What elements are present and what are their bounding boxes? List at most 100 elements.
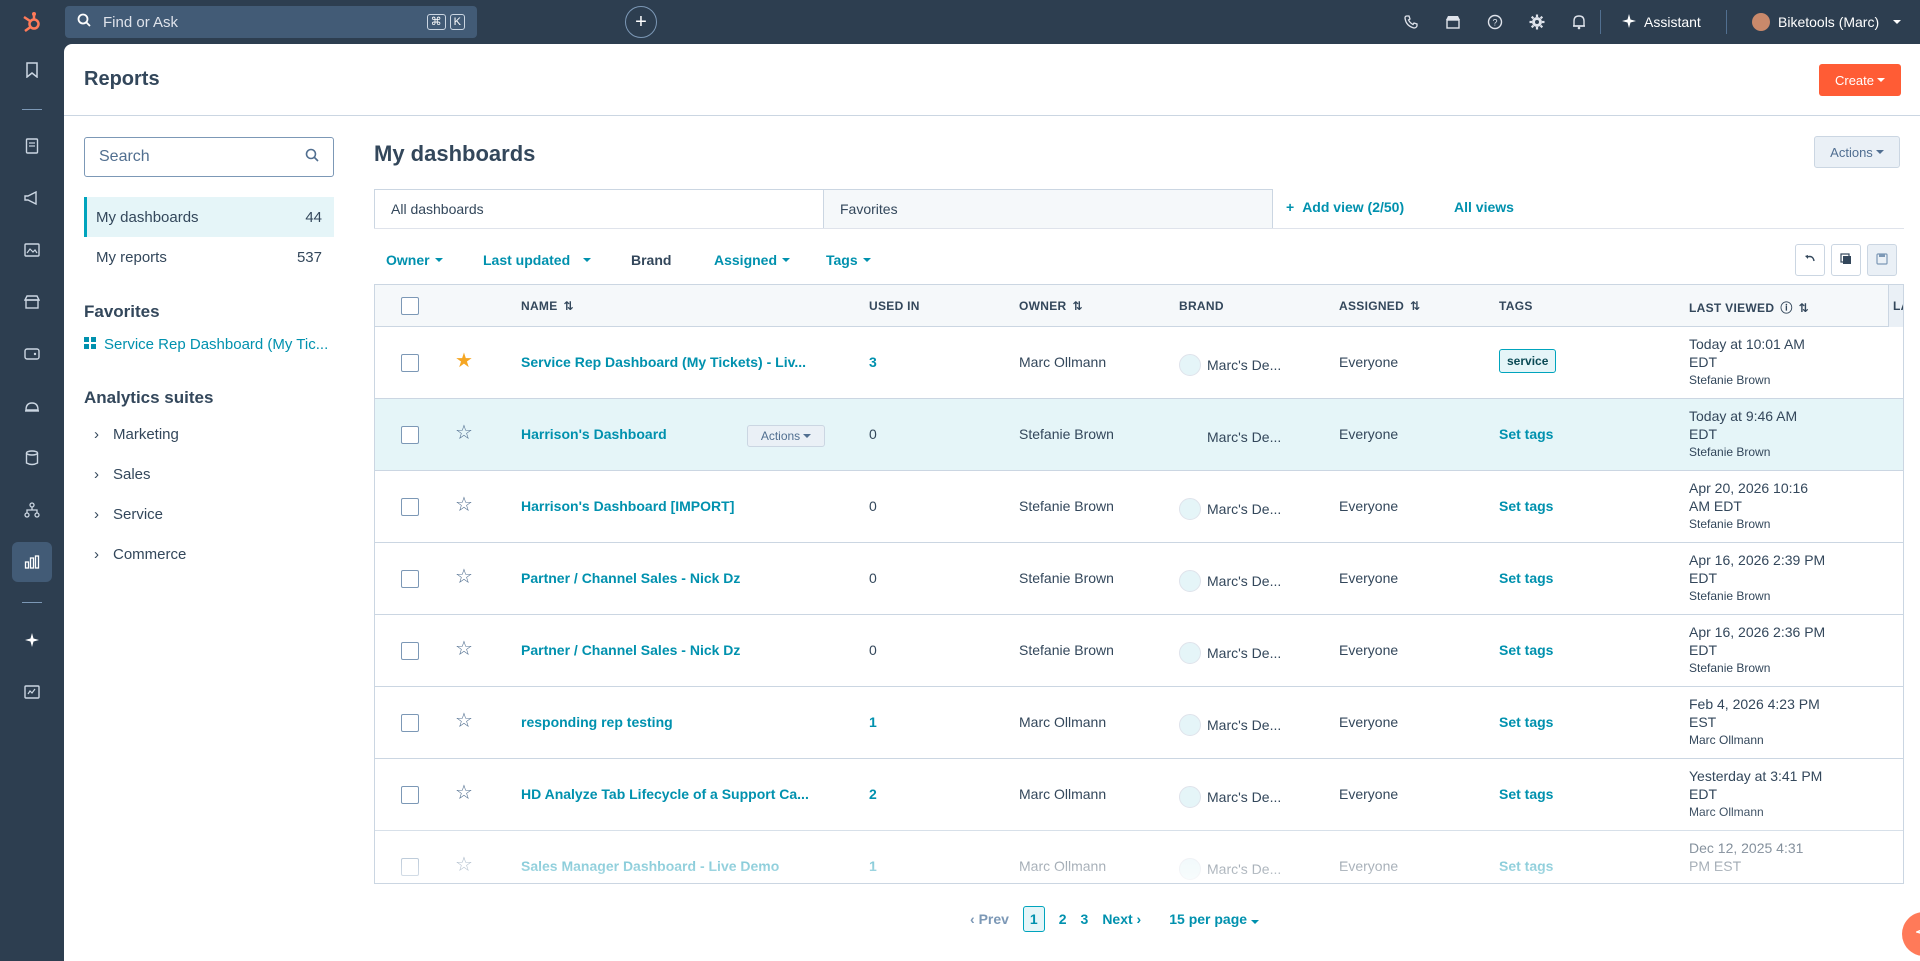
- set-tags-link[interactable]: Set tags: [1499, 714, 1553, 730]
- filter-tags[interactable]: Tags: [826, 252, 871, 268]
- dashboard-name-link[interactable]: Partner / Channel Sales - Nick Dz: [521, 642, 821, 658]
- ai-sparkle-icon[interactable]: [12, 620, 52, 660]
- dashboard-name-link[interactable]: HD Analyze Tab Lifecycle of a Support Ca…: [521, 786, 821, 802]
- table-row[interactable]: ☆ Partner / Channel Sales - Nick Dz 0 Stefa…: [375, 615, 1903, 687]
- favorite-star-icon[interactable]: ☆: [455, 855, 473, 875]
- column-header-name[interactable]: NAME ⇅: [521, 299, 574, 313]
- sidebar-item-my-dashboards[interactable]: My dashboards 44: [84, 197, 334, 237]
- set-tags-link[interactable]: Set tags: [1499, 498, 1553, 514]
- tag-badge[interactable]: service: [1499, 349, 1557, 373]
- suite-marketing[interactable]: › Marketing: [94, 426, 179, 443]
- set-tags-link[interactable]: Set tags: [1499, 426, 1553, 442]
- copy-view-button[interactable]: [1831, 244, 1861, 276]
- used-in-count[interactable]: 2: [869, 786, 877, 802]
- row-checkbox[interactable]: [401, 570, 419, 588]
- row-checkbox[interactable]: [401, 426, 419, 444]
- settings-gear-icon[interactable]: [1516, 0, 1558, 44]
- table-row[interactable]: ★ Service Rep Dashboard (My Tickets) - Li…: [375, 327, 1903, 399]
- filter-owner[interactable]: Owner: [386, 252, 443, 268]
- row-checkbox[interactable]: [401, 714, 419, 732]
- page-3-button[interactable]: 3: [1081, 911, 1089, 927]
- all-views-link[interactable]: All views: [1454, 199, 1514, 215]
- actions-dropdown-button[interactable]: Actions: [1814, 136, 1900, 168]
- row-actions-button[interactable]: Actions: [747, 425, 825, 447]
- favorite-star-icon[interactable]: ☆: [455, 495, 473, 515]
- page-2-button[interactable]: 2: [1059, 911, 1067, 927]
- filter-assigned[interactable]: Assigned: [714, 252, 791, 268]
- tab-all-dashboards[interactable]: All dashboards: [374, 189, 824, 229]
- next-page-button[interactable]: Next ›: [1102, 911, 1141, 927]
- suite-sales[interactable]: › Sales: [94, 466, 151, 483]
- dashboard-name-link[interactable]: Harrison's Dashboard [IMPORT]: [521, 498, 821, 514]
- prev-page-button[interactable]: ‹ Prev: [970, 911, 1009, 927]
- select-all-checkbox[interactable]: [401, 297, 419, 315]
- sidebar-search-input[interactable]: Search: [84, 137, 334, 177]
- table-row[interactable]: ☆ HD Analyze Tab Lifecycle of a Support C…: [375, 759, 1903, 831]
- set-tags-link[interactable]: Set tags: [1499, 642, 1553, 658]
- workflows-icon[interactable]: [12, 490, 52, 530]
- notifications-bell-icon[interactable]: [1558, 0, 1600, 44]
- set-tags-link[interactable]: Set tags: [1499, 570, 1553, 586]
- marketing-megaphone-icon[interactable]: [12, 178, 52, 218]
- phone-icon[interactable]: [1390, 0, 1432, 44]
- assistant-button[interactable]: Assistant: [1622, 0, 1701, 44]
- help-icon[interactable]: ?: [1474, 0, 1516, 44]
- account-menu[interactable]: Biketools (Marc): [1752, 0, 1902, 44]
- database-icon[interactable]: [12, 438, 52, 478]
- commerce-store-icon[interactable]: [12, 282, 52, 322]
- favorite-star-icon[interactable]: ☆: [455, 711, 473, 731]
- favorite-star-icon[interactable]: ☆: [455, 639, 473, 659]
- used-in-count[interactable]: 3: [869, 354, 877, 370]
- row-checkbox[interactable]: [401, 498, 419, 516]
- column-header-owner[interactable]: OWNER ⇅: [1019, 299, 1083, 313]
- table-row[interactable]: ☆ responding rep testing 1 Marc Ollmann Marc…: [375, 687, 1903, 759]
- chat-launcher-button[interactable]: [1902, 912, 1920, 956]
- dashboard-name-link[interactable]: Sales Manager Dashboard - Live Demo: [521, 858, 821, 874]
- filter-brand[interactable]: Brand: [631, 252, 671, 268]
- per-page-dropdown[interactable]: 15 per page: [1169, 911, 1259, 927]
- add-view-button[interactable]: + Add view (2/50): [1286, 199, 1404, 215]
- column-header-assigned[interactable]: ASSIGNED ⇅: [1339, 299, 1420, 313]
- suite-service[interactable]: › Service: [94, 506, 163, 523]
- used-in-count[interactable]: 1: [869, 858, 877, 874]
- content-icon[interactable]: [12, 230, 52, 270]
- row-checkbox[interactable]: [401, 354, 419, 372]
- quick-create-plus-icon[interactable]: +: [625, 6, 657, 38]
- table-row[interactable]: ☆ Harrison's Dashboard [IMPORT] 0 Stefanie …: [375, 471, 1903, 543]
- row-checkbox[interactable]: [401, 786, 419, 804]
- page-1-button[interactable]: 1: [1022, 906, 1045, 932]
- sidebar-item-my-reports[interactable]: My reports 537: [84, 237, 334, 277]
- service-bell-icon[interactable]: [12, 386, 52, 426]
- table-row[interactable]: ☆ Partner / Channel Sales - Nick Dz 0 Stefa…: [375, 543, 1903, 615]
- global-search-input[interactable]: Find or Ask ⌘ K: [65, 6, 477, 38]
- developer-tools-icon[interactable]: [12, 672, 52, 712]
- wallet-icon[interactable]: [12, 334, 52, 374]
- reporting-bar-chart-icon[interactable]: [12, 542, 52, 582]
- favorite-star-icon[interactable]: ☆: [455, 783, 473, 803]
- save-view-button[interactable]: [1867, 244, 1897, 276]
- row-checkbox[interactable]: [401, 858, 419, 876]
- dashboard-name-link[interactable]: Service Rep Dashboard (My Tickets) - Liv…: [521, 354, 821, 370]
- favorite-star-icon[interactable]: ★: [455, 351, 473, 371]
- contacts-icon[interactable]: [12, 126, 52, 166]
- dashboard-name-link[interactable]: responding rep testing: [521, 714, 821, 730]
- table-row[interactable]: ☆ Sales Manager Dashboard - Live Demo 1 Mar…: [375, 831, 1903, 883]
- favorite-dashboard-link[interactable]: Service Rep Dashboard (My Tic...: [84, 336, 328, 353]
- column-header-last[interactable]: LAST: [1893, 299, 1903, 313]
- hubspot-logo-icon[interactable]: [0, 0, 64, 44]
- create-button[interactable]: Create: [1819, 64, 1901, 96]
- bookmark-icon[interactable]: [12, 50, 52, 90]
- set-tags-link[interactable]: Set tags: [1499, 786, 1553, 802]
- reset-view-button[interactable]: [1795, 244, 1825, 276]
- filter-last-updated[interactable]: Last updated: [483, 252, 592, 268]
- favorite-star-icon[interactable]: ☆: [455, 423, 473, 443]
- column-header-last-viewed[interactable]: LAST VIEWED ⓘ ⇅: [1689, 299, 1809, 316]
- tab-favorites[interactable]: Favorites: [823, 189, 1273, 229]
- favorite-star-icon[interactable]: ☆: [455, 567, 473, 587]
- set-tags-link[interactable]: Set tags: [1499, 858, 1553, 874]
- dashboard-name-link[interactable]: Partner / Channel Sales - Nick Dz: [521, 570, 821, 586]
- row-checkbox[interactable]: [401, 642, 419, 660]
- marketplace-icon[interactable]: [1432, 0, 1474, 44]
- suite-commerce[interactable]: › Commerce: [94, 546, 186, 563]
- used-in-count[interactable]: 1: [869, 714, 877, 730]
